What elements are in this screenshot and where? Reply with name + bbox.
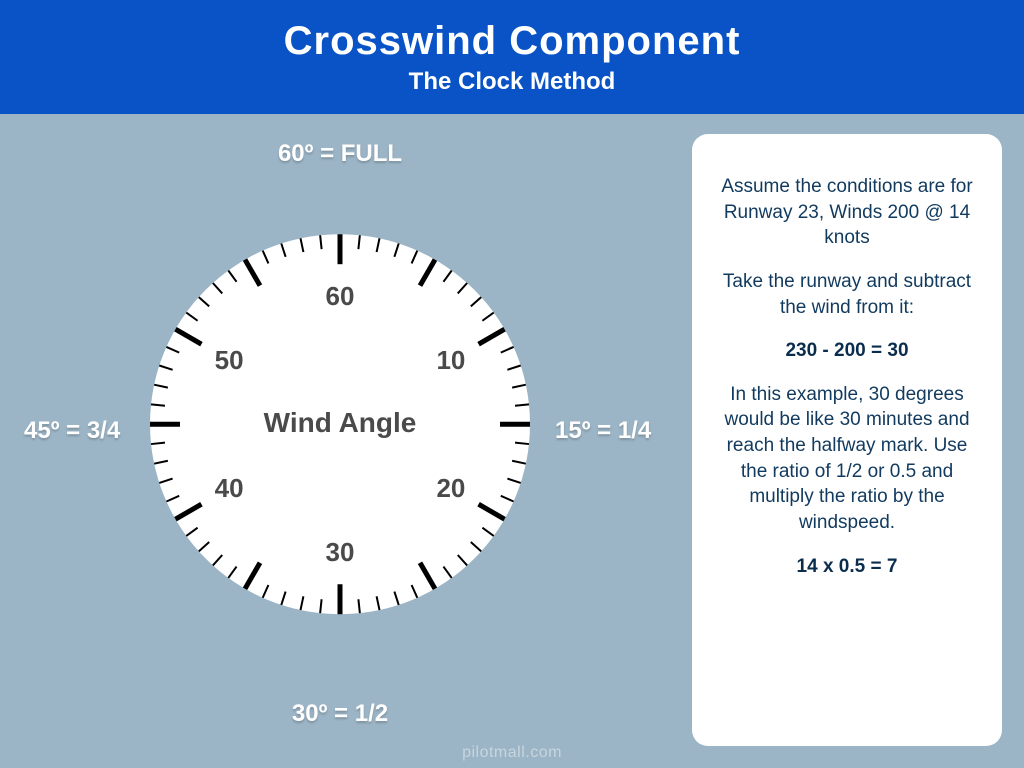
clock-dial-icon: 60 10 20 30 40 50 Wind Angle <box>130 214 550 634</box>
header: Crosswind Component The Clock Method <box>0 0 1024 114</box>
card-equation: 14 x 0.5 = 7 <box>720 554 974 580</box>
dial-wrap: 60 10 20 30 40 50 Wind Angle <box>130 214 550 634</box>
dial-label-left: 45º = 3/4 <box>24 417 120 445</box>
dial-label-top: 60º = FULL <box>278 140 402 168</box>
explanation-card: Assume the conditions are for Runway 23,… <box>692 134 1002 746</box>
page: Crosswind Component The Clock Method 60º… <box>0 0 1024 768</box>
dial-hour-number: 50 <box>215 345 244 375</box>
dial-center-label: Wind Angle <box>264 407 417 438</box>
card-paragraph: Take the runway and subtract the wind fr… <box>720 269 974 320</box>
dial-label-bottom: 30º = 1/2 <box>292 700 388 728</box>
page-subtitle: The Clock Method <box>409 68 616 96</box>
dial-area: 60º = FULL 15º = 1/4 30º = 1/2 45º = 3/4… <box>0 114 680 768</box>
dial-hour-number: 10 <box>436 345 465 375</box>
card-equation: 230 - 200 = 30 <box>720 338 974 364</box>
page-title: Crosswind Component <box>284 19 741 64</box>
dial-hour-number: 60 <box>326 281 355 311</box>
dial-hour-number: 40 <box>215 473 244 503</box>
card-paragraph: Assume the conditions are for Runway 23,… <box>720 174 974 251</box>
dial-hour-number: 20 <box>436 473 465 503</box>
dial-hour-number: 30 <box>326 537 355 567</box>
content: 60º = FULL 15º = 1/4 30º = 1/2 45º = 3/4… <box>0 114 1024 768</box>
card-paragraph: In this example, 30 degrees would be lik… <box>720 382 974 536</box>
dial-label-right: 15º = 1/4 <box>555 417 651 445</box>
footer-credit: pilotmall.com <box>462 744 562 762</box>
